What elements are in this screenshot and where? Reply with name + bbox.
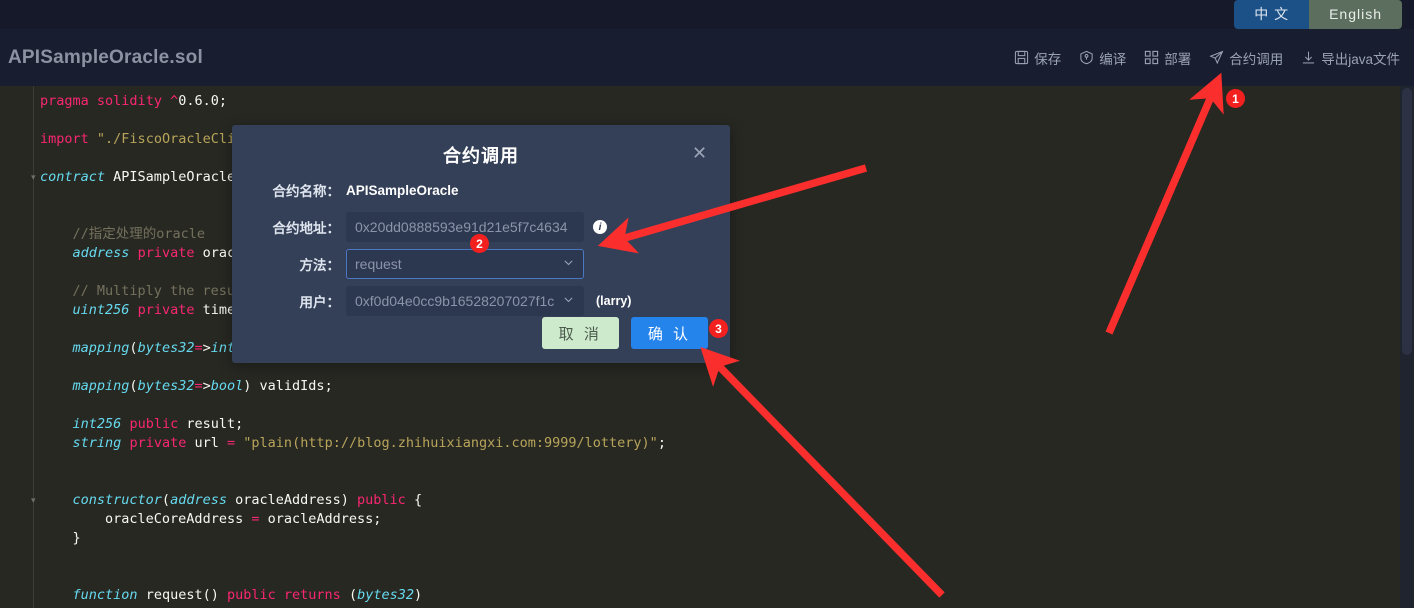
deploy-button[interactable]: 部署 (1144, 48, 1191, 68)
export-java-label: 导出java文件 (1321, 51, 1400, 67)
method-select[interactable]: request (346, 249, 584, 279)
user-label: 用户： (299, 295, 341, 310)
line-number-gutter (0, 86, 33, 608)
compile-label: 编译 (1099, 51, 1127, 67)
contract-name-label: 合约名称： (272, 184, 341, 199)
download-icon (1301, 50, 1316, 65)
export-java-button[interactable]: 导出java文件 (1301, 48, 1400, 68)
dialog-actions: 取 消 确 认 (541, 317, 708, 349)
compile-button[interactable]: 编译 (1079, 48, 1126, 68)
code-line: oracleCoreAddress = oracleAddress; (105, 511, 382, 527)
annotation-badge-2: 2 (470, 234, 489, 253)
language-english-button[interactable]: English (1309, 0, 1402, 29)
confirm-button[interactable]: 确 认 (630, 317, 708, 349)
code-line: pragma solidity ^0.6.0; (40, 93, 228, 109)
code-line: mapping(bytes32=>bool) validIds; (72, 378, 333, 394)
annotation-badge-3: 3 (709, 319, 728, 338)
page-title: APISampleOracle.sol (8, 46, 203, 68)
annotation-badge-1: 1 (1226, 89, 1245, 108)
contract-address-placeholder: 0x20dd0888593e91d21e5f7c4634 (355, 219, 568, 235)
method-selected-value: request (355, 256, 402, 272)
deploy-icon (1144, 50, 1159, 65)
contract-call-button[interactable]: 合约调用 (1209, 48, 1283, 68)
save-icon (1014, 50, 1029, 65)
code-line: function request() public returns (bytes… (72, 587, 423, 603)
contract-address-label: 合约地址： (272, 221, 341, 236)
user-select[interactable]: 0xf0d04e0cc9b16528207027f1c (346, 286, 584, 316)
dialog-title: 合约调用 (443, 146, 519, 166)
send-icon (1209, 50, 1224, 65)
contract-call-label: 合约调用 (1229, 51, 1284, 67)
method-row: 方法： request (232, 249, 730, 279)
code-line: } (40, 530, 81, 546)
user-selected-value: 0xf0d04e0cc9b16528207027f1c (355, 293, 555, 309)
editor-right-padding (1380, 86, 1400, 608)
editor-scrollbar[interactable] (1400, 86, 1414, 608)
user-alias: (larry) (596, 294, 632, 308)
contract-address-input[interactable]: 0x20dd0888593e91d21e5f7c4634 (346, 212, 584, 242)
chevron-down-icon (562, 256, 575, 272)
editor-scrollbar-thumb[interactable] (1402, 88, 1412, 355)
info-icon[interactable]: i (593, 220, 607, 234)
editor-toolbar: 保存 编译 部署 合约调用 导出java文件 (1014, 48, 1400, 68)
code-line: constructor(address oracleAddress) publi… (72, 492, 423, 508)
save-label: 保存 (1034, 51, 1062, 67)
code-line: string private url = "plain(http://blog.… (72, 435, 666, 451)
contract-name-row: 合约名称： APISampleOracle (232, 175, 730, 205)
contract-name-value: APISampleOracle (346, 182, 459, 198)
language-chinese-button[interactable]: 中 文 (1234, 0, 1310, 29)
close-icon[interactable]: ✕ (692, 144, 710, 163)
save-button[interactable]: 保存 (1014, 48, 1061, 68)
method-label: 方法： (299, 258, 341, 273)
chevron-down-icon (562, 293, 575, 309)
app-root: 中 文 English APISampleOracle.sol 保存 编译 部署… (0, 0, 1414, 608)
language-toggle-group: 中 文 English (1234, 0, 1402, 29)
user-row: 用户： 0xf0d04e0cc9b16528207027f1c (larry) (232, 286, 730, 316)
file-header: APISampleOracle.sol 保存 编译 部署 合约调用 导出java… (0, 29, 1414, 86)
gutter-divider (33, 86, 34, 608)
deploy-label: 部署 (1164, 51, 1192, 67)
language-bar: 中 文 English (0, 0, 1414, 29)
code-line: int256 public result; (72, 416, 244, 432)
code-line: //指定处理的oracle (40, 226, 206, 242)
compile-icon (1079, 50, 1094, 65)
cancel-button[interactable]: 取 消 (541, 317, 619, 349)
